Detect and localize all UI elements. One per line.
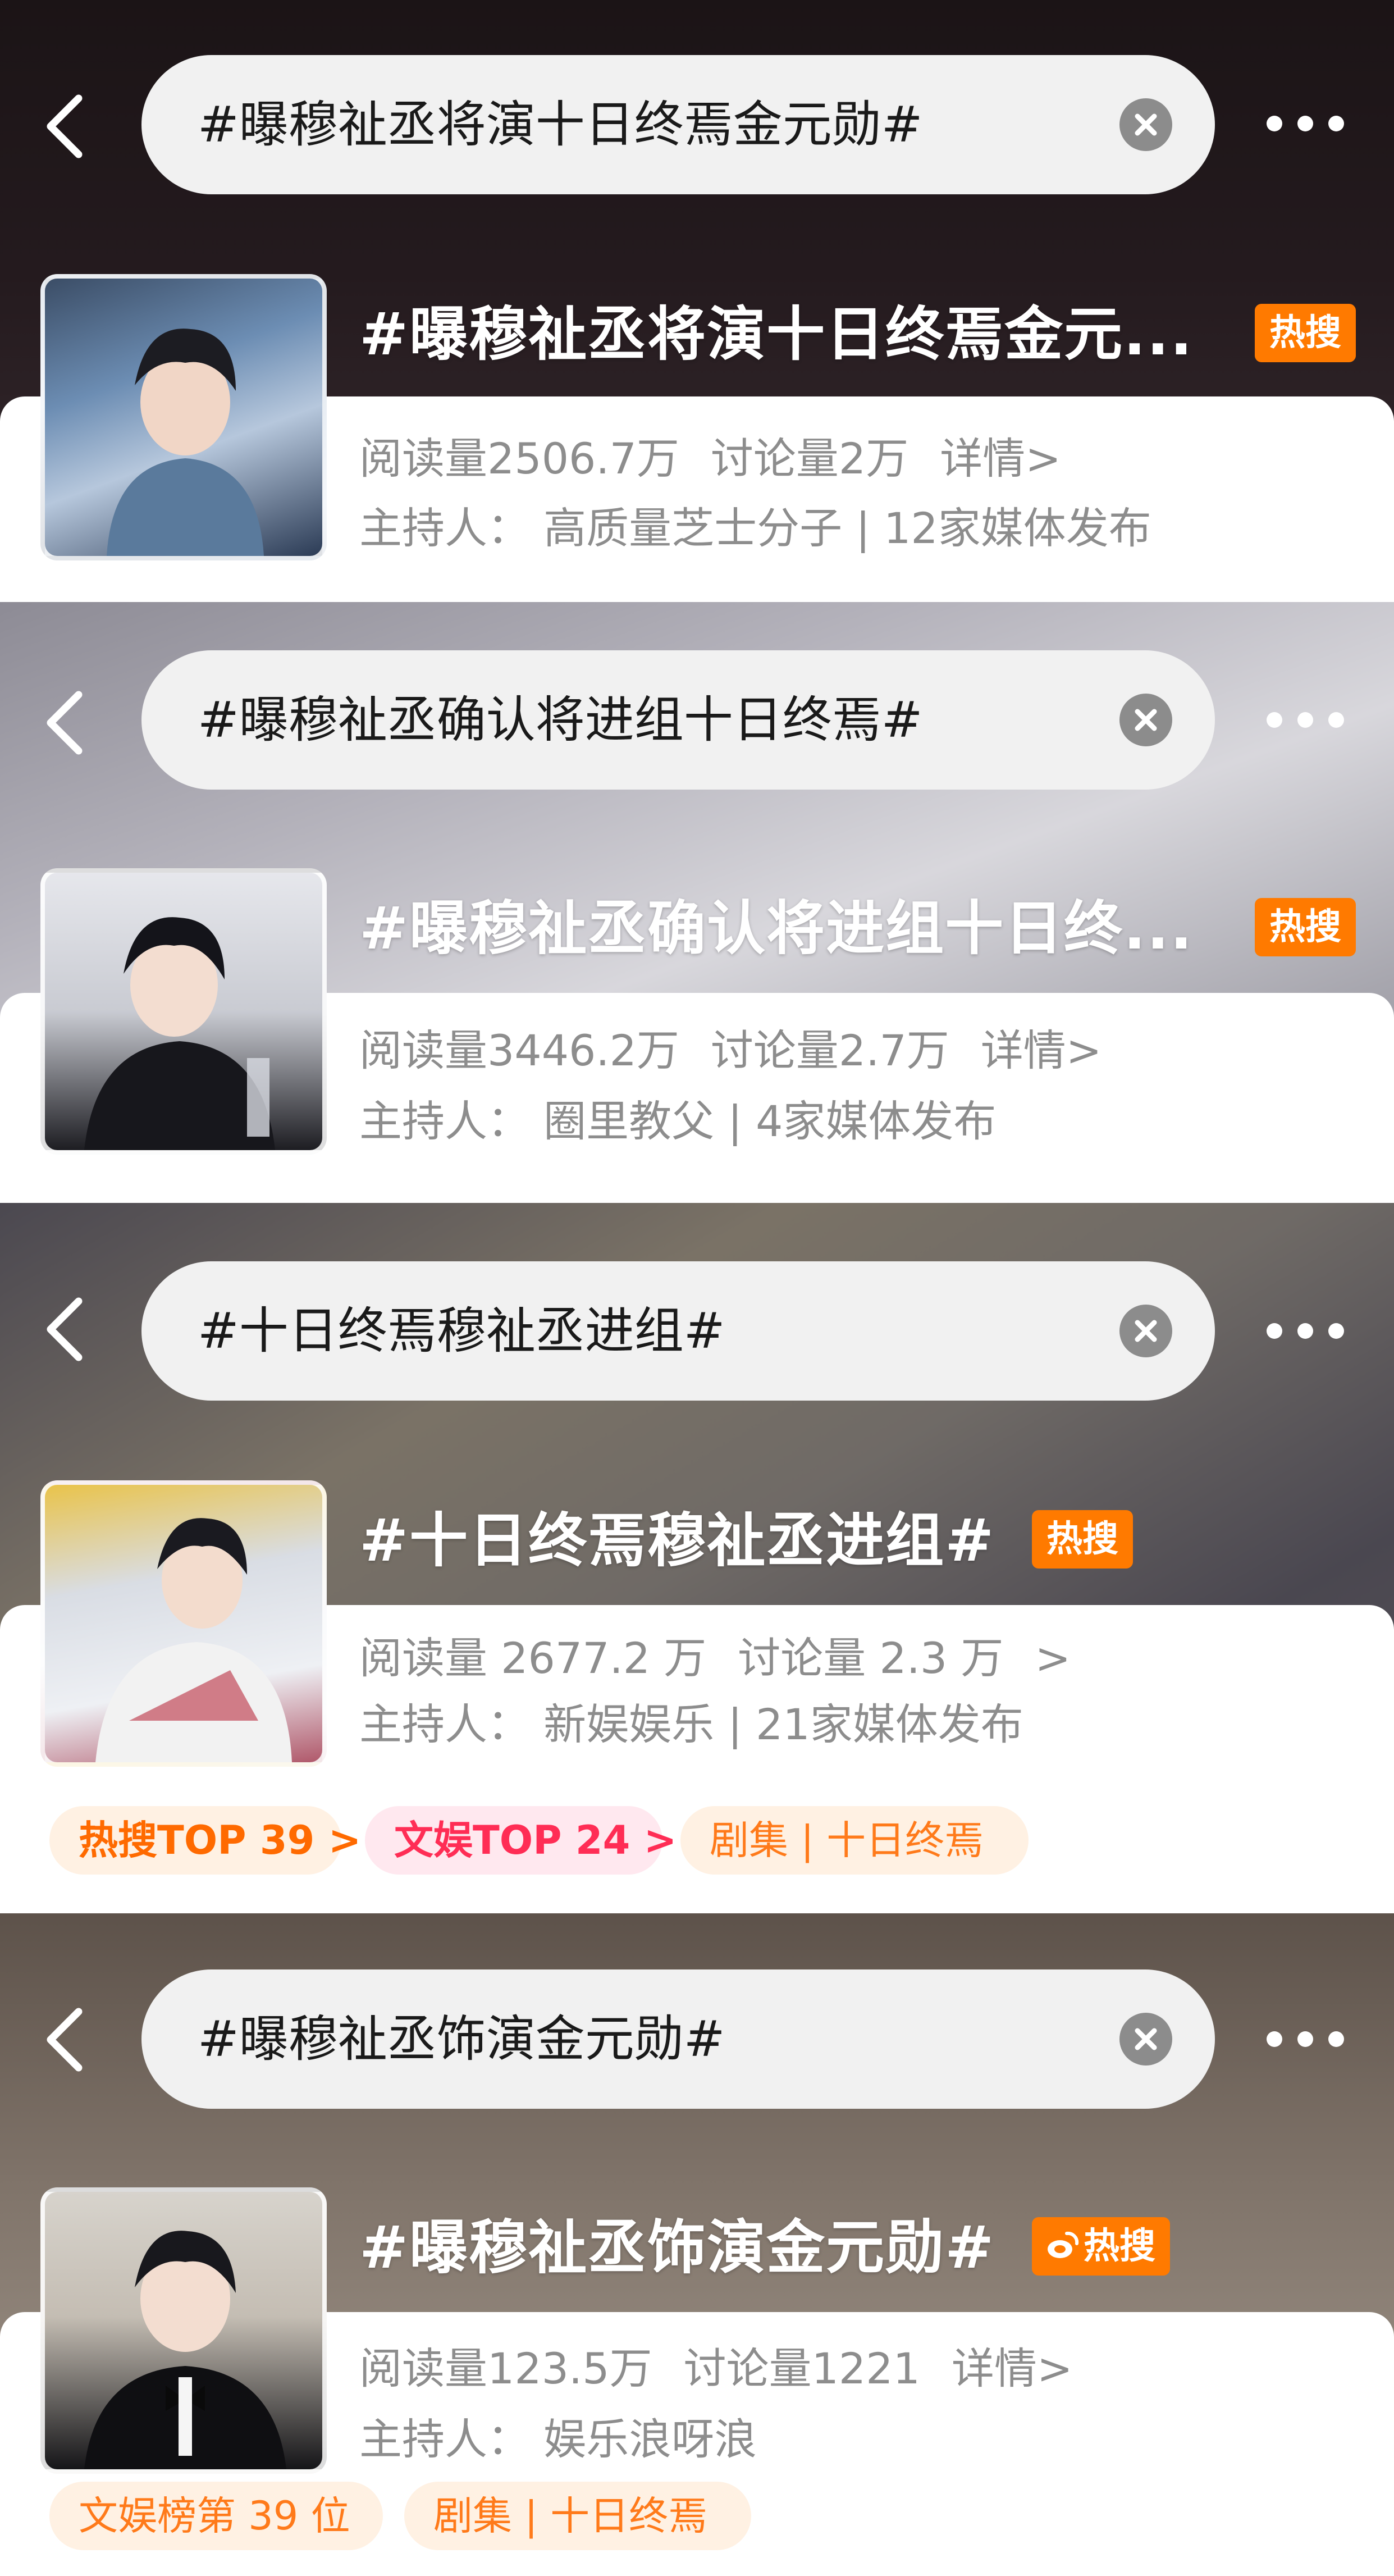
entertainment-rank-tag[interactable]: 文娱TOP 24 > — [365, 1806, 677, 1875]
host-info: 主持人： 娱乐浪呀浪 — [359, 2414, 757, 2464]
topic-screenshot-2: #曝穆祉丞确认将进组十日终焉# 阅读量3446.2万 讨论量2.7万 详情> 主持人… — [0, 602, 1394, 1203]
read-count: 阅读量123.5万 — [359, 2344, 652, 2393]
host-info: 主持人： 圈里教父 | 4家媒体发布 — [359, 1096, 997, 1146]
more-icon[interactable] — [1263, 1320, 1347, 1342]
hot-badge: 热搜 — [1032, 1510, 1133, 1569]
topic-title: #曝穆祉丞将演十日终焉金元... — [359, 300, 1194, 368]
back-icon[interactable] — [39, 2003, 90, 2076]
topic-thumbnail — [40, 868, 327, 1155]
details-link[interactable]: 详情> — [940, 434, 1061, 484]
topic-stats: 阅读量2506.7万 讨论量2万 详情> — [359, 428, 1093, 490]
clear-icon[interactable] — [1119, 694, 1172, 746]
read-count: 阅读量2506.7万 — [359, 434, 679, 484]
topic-stats: 阅读量3446.2万 讨论量2.7万 详情> — [359, 1020, 1134, 1082]
topic-thumbnail — [40, 274, 327, 560]
details-link[interactable]: 详情> — [981, 1025, 1102, 1075]
host-info: 主持人： 新娱娱乐 | 21家媒体发布 — [359, 1699, 1023, 1749]
discussion-count: 讨论量 2.3 万 — [738, 1633, 1004, 1683]
topic-title: #曝穆祉丞饰演金元勋# — [359, 2213, 995, 2282]
discussion-count: 讨论量2万 — [710, 434, 909, 484]
topic-stats: 阅读量123.5万 讨论量1221 详情> — [359, 2338, 1104, 2400]
search-query: #曝穆祉丞确认将进组十日终焉# — [198, 691, 923, 749]
back-icon[interactable] — [39, 90, 90, 163]
search-input[interactable]: #曝穆祉丞确认将进组十日终焉# — [141, 650, 1215, 790]
topic-screenshot-3: #十日终焉穆祉丞进组# 阅读量 2677.2 万讨论量 2.3 万 > 主持人： … — [0, 1203, 1394, 1913]
host-info: 主持人： 高质量芝士分子 | 12家媒体发布 — [359, 503, 1151, 553]
search-input[interactable]: #曝穆祉丞将演十日终焉金元勋# — [141, 55, 1215, 194]
topic-title: #曝穆祉丞确认将进组十日终... — [359, 894, 1194, 963]
topic-thumbnail — [40, 1480, 327, 1767]
topic-screenshot-4: #曝穆祉丞饰演金元勋# 阅读量123.5万 讨论量1221 详情> 主持人： 娱乐浪… — [0, 1913, 1394, 2576]
more-icon[interactable] — [1263, 2028, 1347, 2050]
drama-tag[interactable]: 剧集 | 十日终焉 — [404, 2482, 751, 2550]
read-count: 阅读量3446.2万 — [359, 1025, 679, 1075]
clear-icon[interactable] — [1119, 98, 1172, 151]
drama-tag[interactable]: 剧集 | 十日终焉 — [680, 1806, 1029, 1875]
search-input[interactable]: #曝穆祉丞饰演金元勋# — [141, 1969, 1215, 2109]
hot-badge: 热搜 — [1032, 2217, 1170, 2276]
details-link[interactable]: > — [1035, 1633, 1071, 1683]
read-count: 阅读量 2677.2 万 — [359, 1633, 707, 1683]
search-query: #曝穆祉丞饰演金元勋# — [198, 2010, 725, 2068]
clear-icon[interactable] — [1119, 2013, 1172, 2066]
discussion-count: 讨论量2.7万 — [710, 1025, 949, 1075]
hot-search-rank-tag[interactable]: 热搜TOP 39 > — [49, 1806, 361, 1875]
hot-badge: 热搜 — [1255, 304, 1356, 362]
search-query: #曝穆祉丞将演十日终焉金元勋# — [198, 95, 923, 153]
more-icon[interactable] — [1263, 709, 1347, 731]
more-icon[interactable] — [1263, 112, 1347, 135]
topic-stats: 阅读量 2677.2 万讨论量 2.3 万 > — [359, 1627, 1102, 1689]
entertainment-list-tag[interactable]: 文娱榜第 39 位 — [49, 2482, 383, 2550]
hot-badge-label: 热搜 — [1084, 2226, 1155, 2267]
topic-screenshot-1: #曝穆祉丞将演十日终焉金元勋# 阅读量2506.7万 讨论量2万 详情> 主持人： … — [0, 0, 1394, 602]
back-icon[interactable] — [39, 686, 90, 759]
details-link[interactable]: 详情> — [952, 2344, 1073, 2393]
topic-thumbnail — [40, 2187, 327, 2474]
search-query: #十日终焉穆祉丞进组# — [198, 1302, 725, 1360]
topic-title: #十日终焉穆祉丞进组# — [359, 1506, 995, 1575]
discussion-count: 讨论量1221 — [683, 2344, 920, 2393]
weibo-icon — [1048, 2231, 1079, 2258]
clear-icon[interactable] — [1119, 1305, 1172, 1357]
hot-badge: 热搜 — [1255, 898, 1356, 956]
back-icon[interactable] — [39, 1293, 90, 1366]
search-input[interactable]: #十日终焉穆祉丞进组# — [141, 1261, 1215, 1401]
